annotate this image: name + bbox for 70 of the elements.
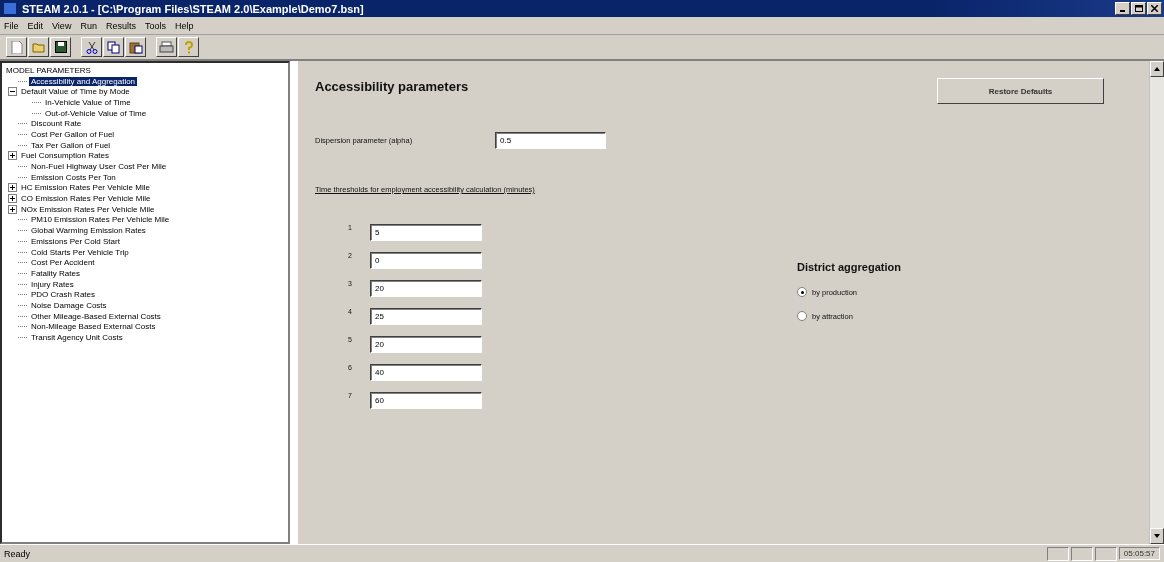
tree-item[interactable]: Other Mileage-Based External Costs — [29, 311, 163, 321]
threshold-field[interactable]: 40 — [370, 364, 482, 381]
down-arrow-icon[interactable] — [1154, 534, 1160, 538]
tree-item[interactable]: Cost Per Accident — [29, 258, 97, 268]
section-heading: District aggregation — [797, 261, 902, 273]
threshold-field[interactable]: 5 — [370, 224, 482, 241]
tree-item[interactable]: Emissions Per Cold Start — [29, 236, 122, 246]
window-title: STEAM 2.0.1 - [C:\Program Files\STEAM 2.0\Example\Demo7.bsn] — [22, 2, 365, 15]
tree-item[interactable]: Cost Per Gallon of Fuel — [29, 129, 117, 139]
menu-item[interactable]: Edit — [27, 20, 44, 31]
expand-icon[interactable] — [8, 194, 17, 204]
collapse-icon[interactable] — [8, 87, 17, 97]
tree-item[interactable]: PDO Crash Rates — [29, 290, 98, 300]
radio-button[interactable] — [797, 287, 807, 297]
tree-item[interactable]: Tax Per Gallon of Fuel — [29, 140, 113, 150]
tree-item[interactable]: Global Warming Emission Rates — [29, 226, 148, 236]
tree-item[interactable]: Fatality Rates — [29, 268, 82, 278]
tree-item[interactable]: Injury Rates — [29, 279, 76, 289]
restore-defaults-button[interactable]: Restore Defaults — [937, 78, 1104, 104]
tree-item[interactable]: Cold Starts Per Vehicle Trip — [29, 247, 131, 257]
threshold-field[interactable]: 60 — [370, 392, 482, 409]
status-panel — [1046, 546, 1069, 561]
status-text: Ready — [4, 548, 31, 559]
scrollbar[interactable] — [1149, 61, 1164, 544]
radio-button[interactable] — [797, 311, 807, 321]
maximize-icon[interactable] — [1131, 2, 1146, 15]
tree-item[interactable]: Fuel Consumption Rates — [19, 151, 112, 161]
threshold-field[interactable]: 25 — [370, 308, 482, 325]
menu-item[interactable]: File — [4, 20, 19, 31]
tree-item[interactable]: HC Emission Rates Per Vehicle Mile — [19, 183, 152, 193]
menu-item[interactable]: View — [52, 20, 72, 31]
section-heading: Accessibility parameters — [315, 79, 470, 94]
expand-icon[interactable] — [8, 183, 17, 193]
clipboard-icon[interactable] — [128, 40, 143, 54]
app-icon — [4, 3, 16, 14]
minimize-icon[interactable] — [1115, 2, 1130, 15]
scissors-icon[interactable] — [85, 40, 98, 54]
menu-item[interactable]: Run — [80, 20, 97, 31]
expand-icon[interactable] — [8, 151, 17, 161]
blank-page-icon[interactable] — [10, 40, 23, 54]
tree-item[interactable]: Emission Costs Per Ton — [29, 172, 118, 182]
tree-item[interactable]: NOx Emission Rates Per Vehicle Mile — [19, 204, 157, 214]
up-arrow-icon[interactable] — [1154, 67, 1160, 71]
copy-icon[interactable] — [106, 40, 121, 54]
tree-item[interactable]: CO Emission Rates Per Vehicle Mile — [19, 194, 153, 204]
printer-icon[interactable] — [159, 41, 174, 53]
tree-item[interactable]: Out-of-Vehicle Value of Time — [43, 108, 149, 118]
menu-item[interactable]: Help — [174, 20, 194, 31]
threshold-field[interactable]: 20 — [370, 280, 482, 297]
menu-item[interactable]: Results — [105, 20, 136, 31]
tree-item[interactable]: Accessibility and Aggregation — [29, 76, 138, 86]
dispersion-field[interactable]: 0.5 — [495, 132, 606, 149]
tree-item[interactable]: Discount Rate — [29, 119, 84, 129]
status-panel — [1094, 546, 1117, 561]
tree-item[interactable]: Transit Agency Unit Costs — [29, 333, 125, 343]
tree-item[interactable]: Non-Mileage Based External Costs — [29, 322, 158, 332]
tree-item[interactable]: Default Value of Time by Mode — [19, 87, 132, 97]
folder-icon[interactable] — [31, 41, 46, 53]
expand-icon[interactable] — [8, 204, 17, 214]
menu-item[interactable]: Tools — [144, 20, 166, 31]
tree-item[interactable]: Non-Fuel Highway User Cost Per Mile — [29, 162, 169, 172]
tree-item[interactable]: Noise Damage Costs — [29, 300, 109, 310]
threshold-field[interactable]: 20 — [370, 336, 482, 353]
status-panel — [1070, 546, 1093, 561]
close-icon[interactable] — [1147, 2, 1162, 15]
tree-root[interactable]: MODEL PARAMETERS — [4, 65, 91, 75]
status-clock: 05:05:57 — [1118, 547, 1160, 560]
tree-item[interactable]: PM10 Emission Rates Per Vehicle Mile — [29, 215, 172, 225]
threshold-field[interactable]: 0 — [370, 252, 482, 269]
tree-item[interactable]: In-Vehicle Value of Time — [43, 97, 133, 107]
